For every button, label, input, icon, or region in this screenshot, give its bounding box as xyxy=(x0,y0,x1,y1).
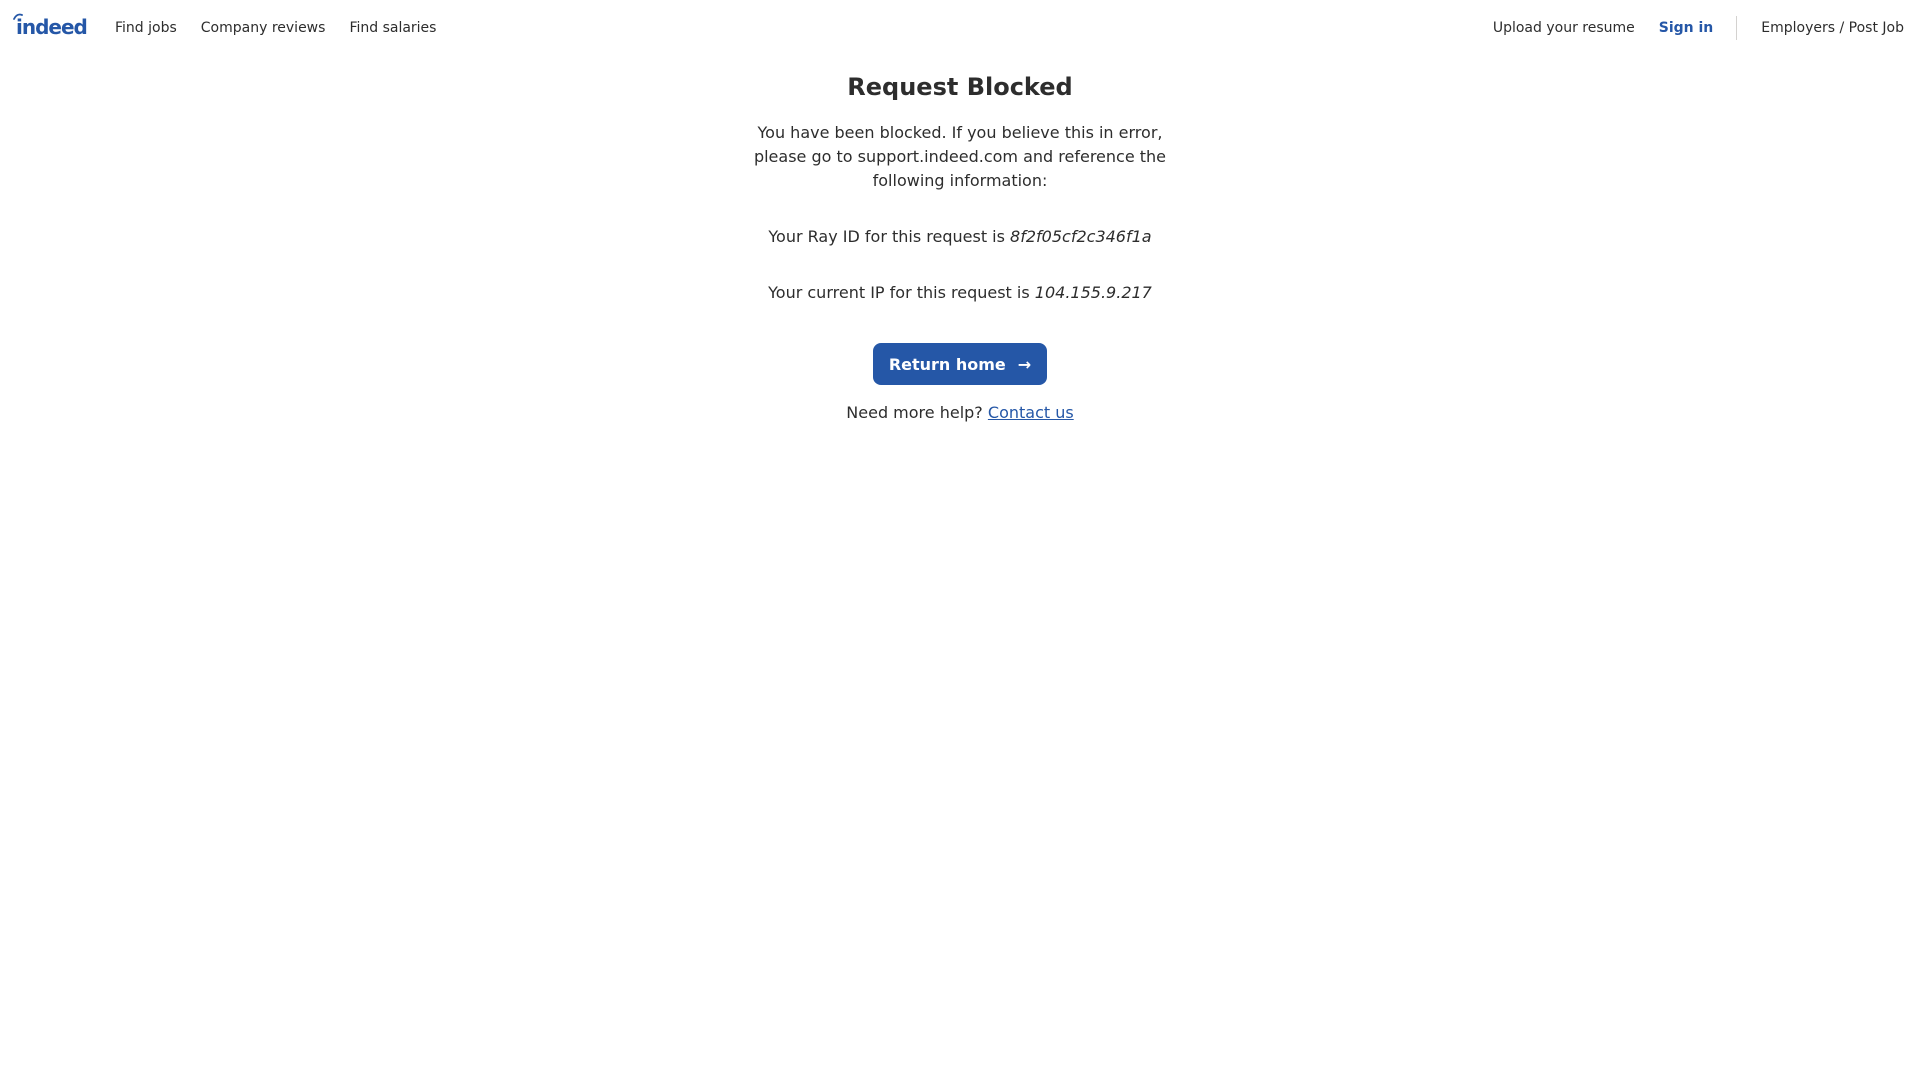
top-nav: indeed Find jobs Company reviews Find sa… xyxy=(0,0,1920,56)
ip-value: 104.155.9.217 xyxy=(1034,283,1152,303)
logo-text: indeed xyxy=(16,15,88,39)
logo-wordmark: indeed xyxy=(13,13,88,39)
ip-line: Your current IP for this request is 104.… xyxy=(0,281,1920,305)
secondary-nav: Upload your resume Sign in Employers / P… xyxy=(1469,0,1904,56)
indeed-logo[interactable]: indeed xyxy=(13,13,88,40)
blocked-content: Request Blocked You have been blocked. I… xyxy=(0,56,1920,425)
nav-find-jobs[interactable]: Find jobs xyxy=(115,20,177,36)
help-line: Need more help? Contact us xyxy=(0,401,1920,425)
contact-us-link[interactable]: Contact us xyxy=(988,403,1074,422)
return-home-label: Return home xyxy=(888,354,1006,374)
ray-id-line: Your Ray ID for this request is 8f2f05cf… xyxy=(0,225,1920,249)
return-home-button[interactable]: Return home → xyxy=(872,343,1048,386)
sign-in-link[interactable]: Sign in xyxy=(1659,20,1714,36)
ray-id-label: Your Ray ID for this request is xyxy=(768,227,1005,247)
blocked-message: You have been blocked. If you believe th… xyxy=(753,123,1167,191)
logo-arc-icon xyxy=(13,13,23,20)
nav-divider xyxy=(1736,16,1738,40)
upload-resume-link[interactable]: Upload your resume xyxy=(1493,20,1635,36)
arrow-right-icon: → xyxy=(1017,354,1032,374)
employers-post-job-link[interactable]: Employers / Post Job xyxy=(1761,20,1904,36)
primary-nav: Find jobs Company reviews Find salaries xyxy=(115,0,460,56)
ray-id-value: 8f2f05cf2c346f1a xyxy=(1010,227,1152,247)
ip-label: Your current IP for this request is xyxy=(768,283,1030,303)
button-wrapper: Return home → xyxy=(0,343,1920,386)
nav-find-salaries[interactable]: Find salaries xyxy=(349,20,436,36)
help-text: Need more help? xyxy=(846,403,983,423)
page-title: Request Blocked xyxy=(847,73,1073,101)
nav-company-reviews[interactable]: Company reviews xyxy=(201,20,326,36)
